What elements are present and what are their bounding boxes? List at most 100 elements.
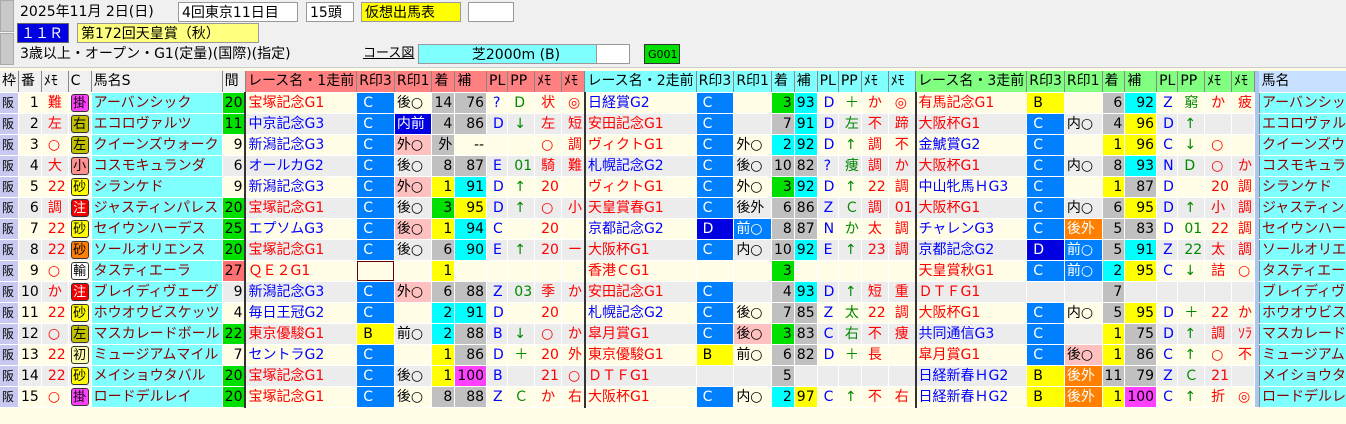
header-pp-2[interactable]: PP [838, 71, 862, 93]
horse-name[interactable]: アーバンシック [91, 92, 223, 114]
header-pp-1[interactable]: PP [507, 71, 536, 93]
prev-race-name[interactable]: 日経新春ＨG2 [914, 386, 1028, 408]
prev-race-name[interactable]: 中山牝馬ＨG3 [914, 176, 1028, 198]
horse-name[interactable]: ホウオウビスケッツ [91, 302, 223, 324]
header-r1-2[interactable]: R印1 [733, 71, 772, 93]
course-extra-field[interactable] [596, 44, 630, 64]
header-c[interactable]: C [68, 71, 92, 93]
table-row[interactable]: 阪 7 22 砂セイウンハーデス 25 エプソムG3 C 後○ 1 94 C 20 京都記念G2 D 前○ 8… [0, 218, 1346, 240]
horse-name[interactable]: ジャスティンパレス [91, 197, 223, 219]
prev-race-name[interactable]: 札幌記念G2 [583, 302, 697, 324]
header-ho-2[interactable]: 補 [794, 71, 818, 93]
horse-name[interactable]: ブレイディヴェーグ [91, 281, 223, 303]
prev-race-name[interactable]: 宝塚記念G1 [244, 197, 358, 219]
header-r1-3[interactable]: R印1 [1064, 71, 1103, 93]
prev-race-name[interactable]: ヴィクトG1 [583, 176, 697, 198]
horse-name[interactable]: ロードデルレイ [91, 386, 223, 408]
prev-race-name[interactable]: 宝塚記念G1 [244, 239, 358, 261]
header-m1-2[interactable]: ﾒﾓ [861, 71, 889, 93]
prev-race-name[interactable]: 毎日王冠G2 [244, 302, 358, 324]
prev-race-name[interactable]: 新潟記念G3 [244, 134, 358, 156]
prev-race-name[interactable]: 宝塚記念G1 [244, 365, 358, 387]
prev-race-name[interactable]: 新潟記念G3 [244, 281, 358, 303]
header-m2-2[interactable]: ﾒﾓ [888, 71, 917, 93]
prev-race-name[interactable]: 札幌記念G2 [583, 155, 697, 177]
table-row[interactable]: 阪 13 22 初ミュージアムマイル 7 セントラG2 C 1 86 D ＋ 20 外東京優駿G1 B 前○… [0, 344, 1346, 366]
header-interval[interactable]: 間 [222, 71, 246, 93]
header-rank-2[interactable]: 着 [771, 71, 795, 93]
table-row[interactable]: 阪 12 ○ 左マスカレードボール 22 東京優駿G1 B 前○ 2 88 B ↓ ○ か皐月賞G1 C 後○… [0, 323, 1346, 345]
prev-race-name[interactable]: 有馬記念G1 [914, 92, 1028, 114]
table-row[interactable]: 阪 15 ○ 掛ロードデルレイ 20 宝塚記念G1 C 後○ 8 88 Z Ｃ か右大阪杯G1 C 内○ 2 9… [0, 386, 1346, 408]
prev-race-name[interactable]: 中京記念G3 [244, 113, 358, 135]
prev-race-name[interactable]: 大阪杯G1 [583, 239, 697, 261]
horse-name[interactable]: シランケド [91, 176, 223, 198]
toolbar-icon-1[interactable] [0, 0, 14, 32]
empty-field[interactable] [468, 2, 514, 22]
table-row[interactable]: 阪 4 大小コスモキュランダ 6 オールカG2 C 後○ 8 87 E 01 騎難札幌記念G2 C 後○ 1… [0, 155, 1346, 177]
header-race-name-2[interactable]: レース名・2走前 [584, 71, 697, 93]
prev-race-name[interactable]: 京都記念G2 [583, 218, 697, 240]
runners-field[interactable]: 15頭 [306, 2, 354, 22]
prev-race-name[interactable]: 安田記念G1 [583, 281, 697, 303]
horse-name[interactable]: タスティエーラ [91, 260, 223, 282]
prev-race-name[interactable]: エプソムG3 [244, 218, 358, 240]
header-rank-1[interactable]: 着 [431, 71, 456, 93]
header-pl-1[interactable]: PL [486, 71, 509, 93]
prev-race-name[interactable]: 天皇賞秋G1 [914, 260, 1028, 282]
header-race-name-1[interactable]: レース名・1走前 [245, 71, 358, 93]
horse-name[interactable]: マスカレードボール [91, 323, 223, 345]
horse-name[interactable]: ソールオリエンス [91, 239, 223, 261]
horse-name[interactable]: セイウンハーデス [91, 218, 223, 240]
prev-race-name[interactable]: 金鯱賞G2 [914, 134, 1028, 156]
table-row[interactable]: 阪 9 ○ 輸タスティエーラ 27 ＱＥ２G1 1 香港ＣG1 3 天皇賞秋G1 C 前○ 2 95 C ↓ 詰… [0, 260, 1346, 282]
table-row[interactable]: 阪 6 調注ジャスティンパレス 20 宝塚記念G1 C 後○ 3 95 D ↑ ○ 小天皇賞春G1 C 後外… [0, 197, 1346, 219]
prev-race-name[interactable]: 皐月賞G1 [914, 344, 1028, 366]
header-race-name-3[interactable]: レース名・3走前 [915, 71, 1028, 93]
prev-race-name[interactable]: ＱＥ２G1 [244, 260, 358, 282]
header-number[interactable]: 番 [18, 71, 42, 93]
table-row[interactable]: 阪 2 左右エコロヴァルツ 11 中京記念G3 C 内前 4 86 D ↓ 左短安田記念G1 C 7 91 D… [0, 113, 1346, 135]
header-pp-3[interactable]: PP [1177, 71, 1206, 93]
prev-race-name[interactable]: オールカG2 [244, 155, 358, 177]
prev-race-name[interactable]: ＤＴＦG1 [583, 365, 697, 387]
toolbar-icon-2[interactable] [0, 33, 14, 65]
prev-race-name[interactable]: 大阪杯G1 [583, 386, 697, 408]
prev-race-name[interactable]: 大阪杯G1 [914, 155, 1028, 177]
header-pl-3[interactable]: PL [1156, 71, 1179, 93]
table-row[interactable]: 阪 8 22 砂ソールオリエンス 20 宝塚記念G1 C 後○ 6 90 E ↑ 20 ー大阪杯G1 C 内○… [0, 239, 1346, 261]
meeting-field[interactable]: 4回東京11日目 [178, 2, 298, 22]
table-row[interactable]: 阪 10 か注ブレイディヴェーグ 9 新潟記念G3 C 外○ 6 88 Z 03 季か安田記念G1 C 4… [0, 281, 1346, 303]
header-horse-name-2[interactable]: 馬名 [1259, 71, 1346, 93]
header-m2-1[interactable]: ﾒﾓ [561, 71, 586, 93]
prev-race-name[interactable]: 大阪杯G1 [914, 113, 1028, 135]
prev-race-name[interactable]: 日経新春ＨG2 [914, 365, 1028, 387]
header-m2-3[interactable]: ﾒﾓ [1231, 71, 1255, 93]
race-number[interactable]: １１Ｒ [17, 23, 69, 43]
header-r3-1[interactable]: R印3 [356, 71, 395, 93]
prev-race-name[interactable]: 東京優駿G1 [244, 323, 358, 345]
prev-race-name[interactable]: 安田記念G1 [583, 113, 697, 135]
header-ho-3[interactable]: 補 [1124, 71, 1158, 93]
horse-name[interactable]: クイーンズウォーク [91, 134, 223, 156]
header-memo[interactable]: ﾒﾓ [41, 71, 69, 93]
horse-name[interactable]: エコロヴァルツ [91, 113, 223, 135]
horse-name[interactable]: ミュージアムマイル [91, 344, 223, 366]
prev-race-name[interactable]: 京都記念G2 [914, 239, 1028, 261]
prev-race-name[interactable]: 香港ＣG1 [583, 260, 697, 282]
header-rank-3[interactable]: 着 [1102, 71, 1126, 93]
header-pl-2[interactable]: PL [817, 71, 839, 93]
table-row[interactable]: 阪 1 難掛アーバンシック 20 宝塚記念G1 C 後○ 14 76? D 状 ◎ 日経賞G2 C 3 93 D… [0, 92, 1346, 114]
prev-race-name[interactable]: 大阪杯G1 [914, 302, 1028, 324]
prev-race-name[interactable]: 宝塚記念G1 [244, 92, 358, 114]
prev-race-name[interactable]: 皐月賞G1 [583, 323, 697, 345]
header-m1-1[interactable]: ﾒﾓ [534, 71, 562, 93]
prev-race-name[interactable]: 宝塚記念G1 [244, 386, 358, 408]
prev-race-name[interactable]: 大阪杯G1 [914, 197, 1028, 219]
header-r1-1[interactable]: R印1 [394, 71, 433, 93]
prev-race-name[interactable]: 共同通信G3 [914, 323, 1028, 345]
prev-race-name[interactable]: セントラG2 [244, 344, 358, 366]
mode-label[interactable]: 仮想出馬表 [361, 2, 461, 22]
prev-race-name[interactable]: 天皇賞春G1 [583, 197, 697, 219]
table-row[interactable]: 阪 11 22 砂ホウオウビスケッツ 4 毎日王冠G2 C 2 91 D 20 札幌記念G2 C 後○ 7 8… [0, 302, 1346, 324]
